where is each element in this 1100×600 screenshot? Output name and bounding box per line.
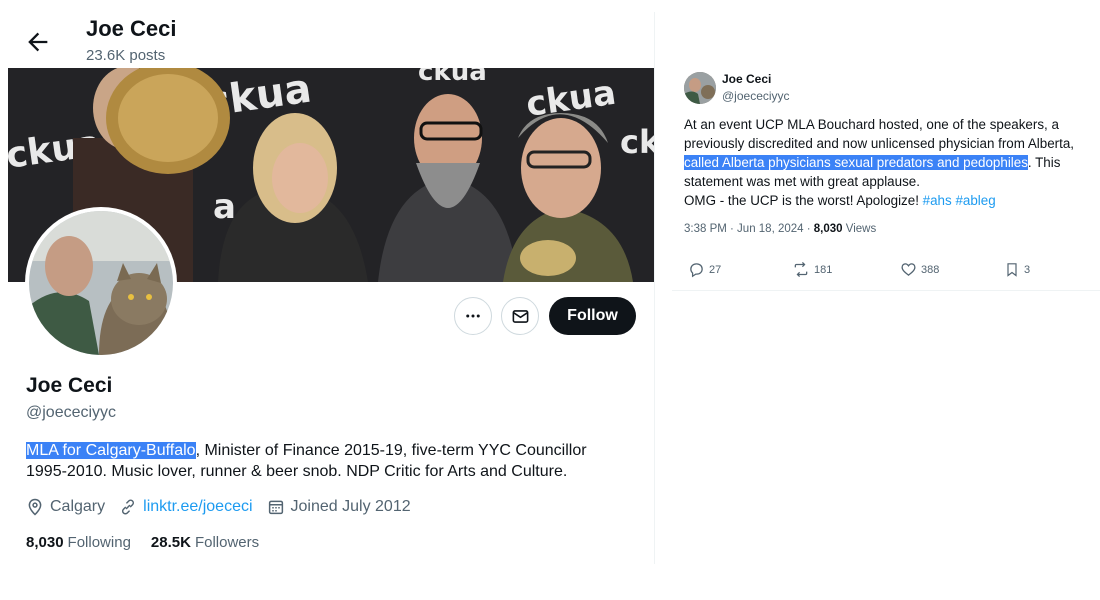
reply-count: 27 xyxy=(709,263,722,276)
following-label: Following xyxy=(67,534,131,551)
envelope-icon xyxy=(512,309,528,323)
repost-button[interactable]: 181 xyxy=(792,261,832,278)
tweet-card[interactable]: Joe Ceci @joececiyyc At an event UCP MLA… xyxy=(672,62,1100,291)
views-label: Views xyxy=(842,223,877,235)
follow-button[interactable]: Follow xyxy=(549,297,636,335)
banner-text: ckua xyxy=(418,68,487,87)
profile-handle: @joececiyyc xyxy=(26,404,117,421)
followers-link[interactable]: 28.5K Followers xyxy=(151,534,259,551)
hashtag-link[interactable]: #ahs xyxy=(923,193,952,208)
calendar-icon xyxy=(268,500,283,515)
reply-icon xyxy=(690,263,703,278)
profile-stats: 8,030 Following 28.5K Followers xyxy=(26,534,279,551)
bookmark-icon xyxy=(1007,263,1017,277)
more-options-button[interactable] xyxy=(454,297,492,335)
tweet-text-highlight: called Alberta physicians sexual predato… xyxy=(684,155,1028,170)
tweet-author-avatar[interactable] xyxy=(684,72,716,104)
tweet-timestamp[interactable]: 3:38 PM · Jun 18, 2024 · 8,030 Views xyxy=(684,223,876,235)
ellipsis-icon xyxy=(466,314,480,318)
banner-text: ck xyxy=(620,123,654,161)
tweet-text-part: OMG - the UCP is the worst! Apologize! xyxy=(684,193,923,208)
location-item: Calgary xyxy=(26,498,105,516)
bookmark-count: 3 xyxy=(1024,263,1031,276)
following-count: 8,030 xyxy=(26,534,64,551)
tweet-text: At an event UCP MLA Bouchard hosted, one… xyxy=(684,115,1098,210)
tweet-author-name[interactable]: Joe Ceci xyxy=(722,72,771,86)
hashtag-link[interactable]: #ableg xyxy=(955,193,995,208)
back-arrow-icon[interactable] xyxy=(24,28,52,56)
message-button[interactable] xyxy=(501,297,539,335)
link-icon xyxy=(122,499,135,515)
joined-item: Joined July 2012 xyxy=(267,498,411,516)
profile-meta: Calgary linktr.ee/joececi Joined July 20… xyxy=(26,498,425,516)
reply-button[interactable]: 27 xyxy=(688,261,721,278)
profile-panel: Joe Ceci 23.6K posts ckua ckua ckua ckua… xyxy=(8,12,655,564)
website-link[interactable]: linktr.ee/joececi xyxy=(143,498,252,516)
tweet-author-handle[interactable]: @joececiyyc xyxy=(722,89,790,103)
followers-count: 28.5K xyxy=(150,534,191,551)
followers-label: Followers xyxy=(194,534,260,551)
heart-icon xyxy=(901,263,916,276)
following-link[interactable]: 8,030 Following xyxy=(26,534,131,551)
location-text: Calgary xyxy=(50,498,106,515)
tweet-text-part: At an event UCP MLA Bouchard hosted, one… xyxy=(684,117,1075,151)
repost-icon xyxy=(794,261,808,278)
like-count: 388 xyxy=(921,263,940,276)
bookmark-button[interactable]: 3 xyxy=(1004,261,1030,278)
tweet-time-text: 3:38 PM · Jun 18, 2024 · xyxy=(684,223,814,235)
header-name: Joe Ceci xyxy=(86,16,177,41)
repost-count: 181 xyxy=(814,263,833,276)
tweet-actions: 27 181 388 3 xyxy=(688,261,1078,279)
profile-bio: MLA for Calgary-Buffalo, Minister of Fin… xyxy=(26,440,626,482)
like-button[interactable]: 388 xyxy=(900,261,939,278)
bio-highlight: MLA for Calgary-Buffalo xyxy=(26,442,196,459)
profile-name: Joe Ceci xyxy=(26,374,113,397)
header-post-count: 23.6K posts xyxy=(86,47,166,64)
views-count: 8,030 xyxy=(813,223,843,235)
profile-avatar[interactable] xyxy=(25,207,177,359)
joined-text: Joined July 2012 xyxy=(290,498,411,515)
website-item[interactable]: linktr.ee/joececi xyxy=(119,498,253,516)
location-pin-icon xyxy=(28,498,42,516)
